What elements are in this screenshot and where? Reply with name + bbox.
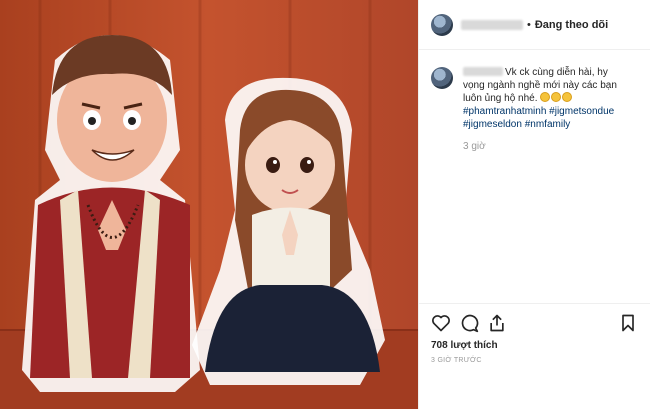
username-blurred[interactable] — [461, 19, 523, 30]
instagram-post: • Đang theo dõi Vk ck cùng diễn hài, hy … — [0, 0, 650, 409]
hashtag-link[interactable]: #jigmetsondue — [549, 106, 614, 117]
laughing-emoji-icon — [551, 92, 562, 102]
avatar[interactable] — [431, 67, 453, 89]
post-sidebar: • Đang theo dõi Vk ck cùng diễn hài, hy … — [418, 0, 650, 409]
comment-icon[interactable] — [459, 313, 479, 333]
heart-icon[interactable] — [431, 313, 451, 333]
laughing-emoji-icon — [540, 92, 551, 102]
comment-time[interactable]: 3 giờ — [463, 141, 650, 152]
post-header: • Đang theo dõi — [419, 0, 650, 50]
action-bar — [431, 313, 638, 337]
hashtag-link[interactable]: #jigmeseldon — [463, 119, 522, 130]
divider — [419, 303, 650, 304]
cartoon-couple-illustration — [0, 0, 418, 409]
caption-text: Vk ck cùng diễn hài, hy vọng ngành nghề … — [463, 66, 623, 131]
username-blurred[interactable] — [463, 67, 503, 76]
bookmark-icon[interactable] — [618, 313, 638, 333]
hashtag-link[interactable]: #phamtranhatminh — [463, 106, 546, 117]
post-image[interactable] — [0, 0, 418, 409]
share-icon[interactable] — [487, 313, 507, 333]
avatar[interactable] — [431, 13, 453, 36]
laughing-emoji-icon — [562, 92, 573, 102]
hashtag-link[interactable]: #nmfamily — [525, 119, 571, 130]
caption-comment: Vk ck cùng diễn hài, hy vọng ngành nghề … — [419, 50, 650, 131]
likes-count[interactable]: 708 lượt thích — [431, 340, 498, 351]
following-button[interactable]: Đang theo dõi — [535, 19, 608, 31]
separator-dot: • — [527, 18, 531, 31]
posted-time[interactable]: 3 GIỜ TRƯỚC — [431, 357, 482, 364]
